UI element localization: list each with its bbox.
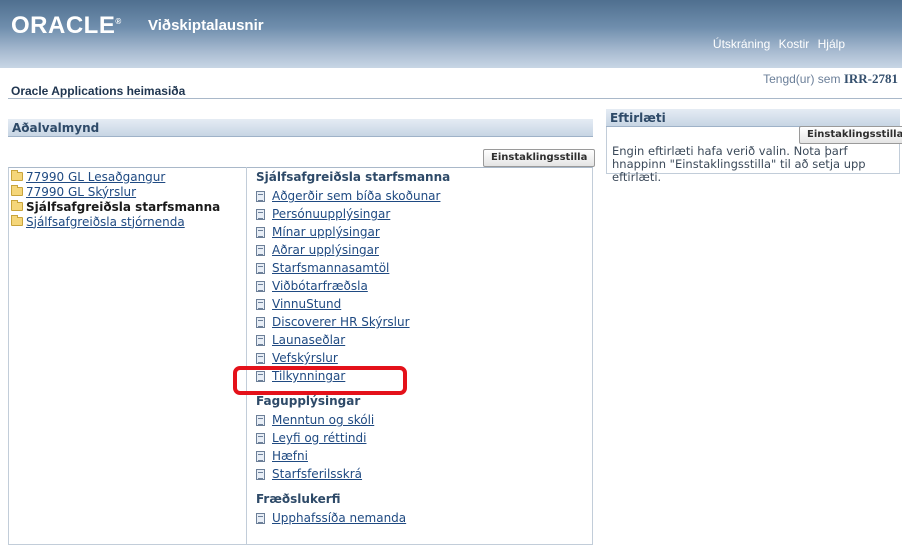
main-menu-title: Aðalvalmynd — [12, 121, 100, 135]
function-link[interactable]: Aðrar upplýsingar — [272, 243, 379, 257]
responsibility-item[interactable]: 77990 GL Skýrslur — [11, 184, 220, 199]
document-icon — [256, 316, 265, 328]
function-link[interactable]: Leyfi og réttindi — [272, 431, 366, 445]
document-icon — [256, 432, 265, 444]
responsibility-link[interactable]: Sjálfsafgreiðsla stjórnenda — [26, 215, 185, 229]
document-icon — [256, 334, 265, 346]
function-item[interactable]: Leyfi og réttindi — [256, 429, 450, 447]
function-link[interactable]: Mínar upplýsingar — [272, 225, 380, 239]
app-header: ORACLE® Viðskiptalausnir Útskráning Kost… — [0, 0, 902, 68]
function-link[interactable]: Aðgerðir sem bíða skoðunar — [272, 189, 440, 203]
function-link[interactable]: Hæfni — [272, 449, 308, 463]
document-icon — [256, 244, 265, 256]
help-link[interactable]: Hjálp — [818, 37, 845, 51]
global-links: Útskráning Kostir Hjálp — [708, 37, 845, 51]
folder-icon — [11, 185, 23, 196]
preferences-link[interactable]: Kostir — [779, 37, 810, 51]
document-icon — [256, 208, 265, 220]
function-item[interactable]: Upphafssíða nemanda — [256, 509, 450, 527]
function-link[interactable]: Upphafssíða nemanda — [272, 511, 406, 525]
document-icon — [256, 468, 265, 480]
function-item[interactable]: Vefskýrslur — [256, 349, 450, 367]
function-link[interactable]: VinnuStund — [272, 297, 341, 311]
favorites-header: Eftirlæti — [606, 109, 900, 127]
function-item[interactable]: Aðrar upplýsingar — [256, 241, 450, 259]
function-item[interactable]: VinnuStund — [256, 295, 450, 313]
function-item[interactable]: Persónuupplýsingar — [256, 205, 450, 223]
folder-icon — [11, 170, 23, 181]
function-item[interactable]: Viðbótarfræðsla — [256, 277, 450, 295]
document-icon — [256, 414, 265, 426]
function-link[interactable]: Starfsferilsskrá — [272, 467, 362, 481]
favorites-title: Eftirlæti — [610, 111, 666, 125]
logout-link[interactable]: Útskráning — [713, 37, 770, 51]
document-icon — [256, 280, 265, 292]
function-item[interactable]: Discoverer HR Skýrslur — [256, 313, 450, 331]
function-list: Sjálfsafgreiðsla starfsmanna Aðgerðir se… — [256, 170, 450, 527]
favorites-empty-message: Engin eftirlæti hafa verið valin. Nota þ… — [612, 144, 866, 184]
personalize-favorites-button[interactable]: Einstaklingsstilla — [799, 126, 902, 144]
responsibility-link[interactable]: 77990 GL Lesaðgangur — [26, 170, 165, 184]
function-link[interactable]: Vefskýrslur — [272, 351, 338, 365]
responsibility-list: 77990 GL Lesaðgangur 77990 GL Skýrslur S… — [11, 169, 220, 229]
document-icon — [256, 450, 265, 462]
responsibility-link[interactable]: 77990 GL Skýrslur — [26, 185, 136, 199]
responsibility-selected-label[interactable]: Sjálfsafgreiðsla starfsmanna — [26, 200, 220, 214]
document-icon — [256, 262, 265, 274]
function-item[interactable]: Menntun og skóli — [256, 411, 450, 429]
function-link[interactable]: Starfsmannasamtöl — [272, 261, 389, 275]
function-item[interactable]: Starfsferilsskrá — [256, 465, 450, 483]
page-title: Oracle Applications heimasiða — [11, 84, 186, 98]
function-link[interactable]: Viðbótarfræðsla — [272, 279, 368, 293]
responsibility-item[interactable]: Sjálfsafgreiðsla stjórnenda — [11, 214, 220, 229]
document-icon — [256, 190, 265, 202]
app-name: Viðskiptalausnir — [148, 17, 264, 34]
function-item[interactable]: Hæfni — [256, 447, 450, 465]
function-item[interactable]: Mínar upplýsingar — [256, 223, 450, 241]
personalize-menu-button[interactable]: Einstaklingsstilla — [483, 149, 596, 167]
menu-column-divider — [246, 167, 247, 545]
group-title-employee-self-service: Sjálfsafgreiðsla starfsmanna — [256, 170, 451, 184]
page-title-divider — [8, 98, 902, 99]
function-item[interactable]: Launaseðlar — [256, 331, 450, 349]
folder-open-icon — [11, 200, 23, 211]
function-link[interactable]: Menntun og skóli — [272, 413, 374, 427]
function-link[interactable]: Launaseðlar — [272, 333, 345, 347]
document-icon — [256, 298, 265, 310]
function-link[interactable]: Discoverer HR Skýrslur — [272, 315, 410, 329]
function-link[interactable]: Persónuupplýsingar — [272, 207, 390, 221]
group-title-professional-info: Fagupplýsingar — [256, 394, 361, 408]
main-menu-header: Aðalvalmynd — [8, 119, 593, 137]
function-item[interactable]: Starfsmannasamtöl — [256, 259, 450, 277]
document-icon — [256, 226, 265, 238]
group-title-learning: Fræðslukerfi — [256, 492, 341, 506]
responsibility-item-selected[interactable]: Sjálfsafgreiðsla starfsmanna — [11, 199, 220, 214]
username: IRR-2781 — [843, 71, 898, 86]
document-icon — [256, 512, 265, 524]
logged-in-as: Tengd(ur) sem IRR-2781 — [763, 71, 898, 86]
highlight-annotation — [233, 366, 407, 395]
responsibility-item[interactable]: 77990 GL Lesaðgangur — [11, 169, 220, 184]
document-icon — [256, 352, 265, 364]
oracle-logo: ORACLE® — [11, 12, 122, 39]
folder-icon — [11, 215, 23, 226]
function-item[interactable]: Aðgerðir sem bíða skoðunar — [256, 187, 450, 205]
